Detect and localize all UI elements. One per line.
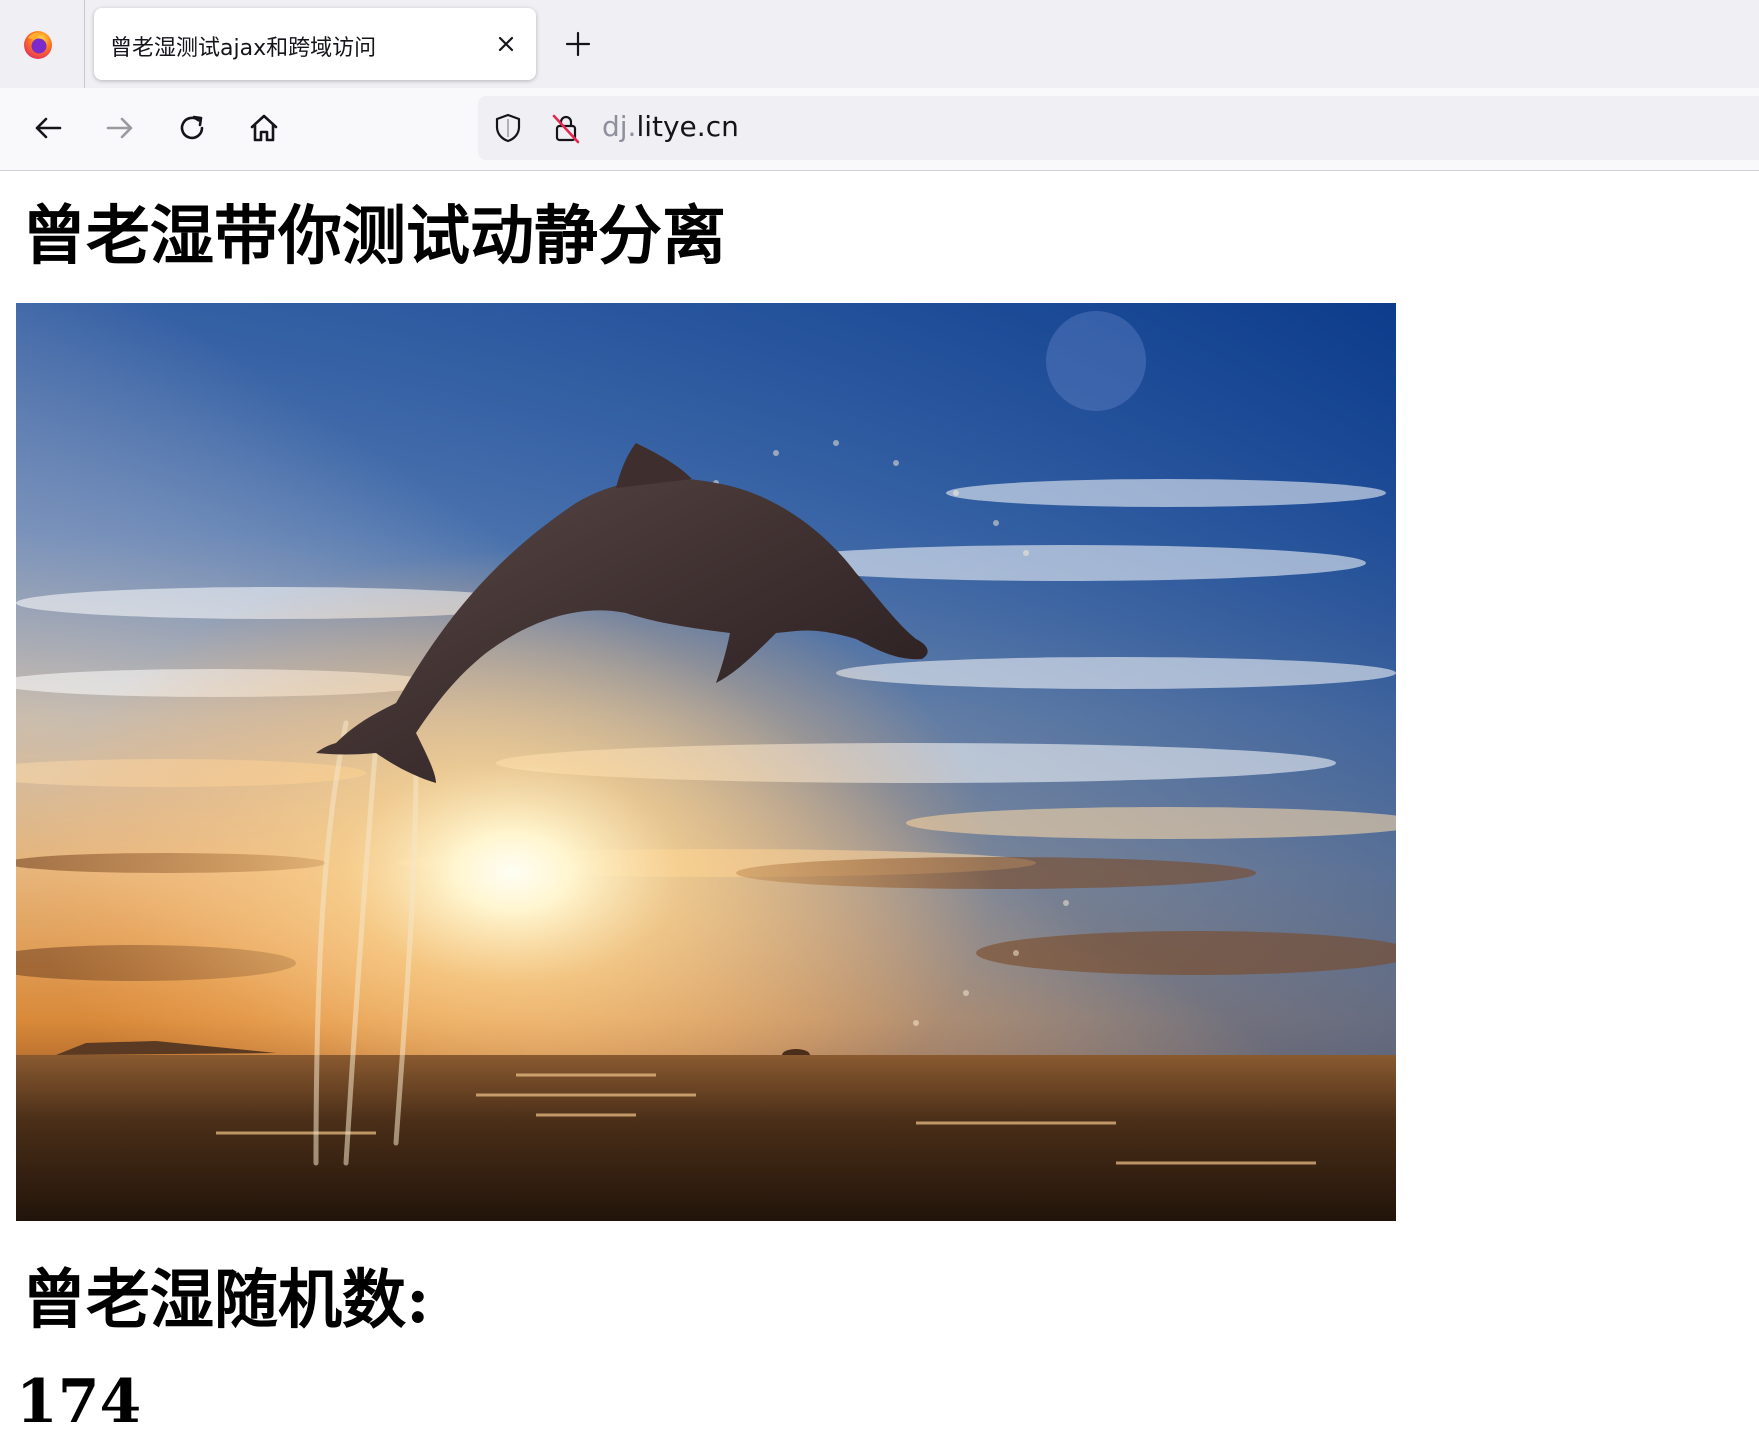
random-value: 174 (16, 1367, 142, 1437)
tab-divider (84, 0, 85, 88)
random-label: 曾老湿随机数: (22, 1263, 430, 1338)
page-content: 曾老湿带你测试动静分离 曾老湿随机数: 174 (0, 171, 1759, 1454)
url-bar[interactable]: dj.litye.cn (478, 96, 1759, 160)
dolphin-sunset-image (16, 303, 1396, 1221)
shield-icon[interactable] (492, 112, 524, 144)
arrow-left-icon[interactable] (28, 108, 68, 148)
reload-icon[interactable] (172, 108, 212, 148)
url-text[interactable]: dj.litye.cn (602, 110, 739, 143)
home-icon[interactable] (244, 108, 284, 148)
nav-toolbar: dj.litye.cn (0, 88, 1759, 171)
tab-active[interactable]: 曾老湿测试ajax和跨域访问 (94, 8, 536, 80)
url-domain: litye.cn (636, 110, 739, 143)
tab-title: 曾老湿测试ajax和跨域访问 (110, 36, 377, 61)
url-subdomain: dj. (602, 110, 637, 143)
plus-icon[interactable] (562, 28, 594, 60)
insecure-lock-icon[interactable] (550, 112, 582, 144)
page-title: 曾老湿带你测试动静分离 (22, 199, 726, 274)
close-icon[interactable] (492, 30, 520, 58)
firefox-icon[interactable] (22, 28, 54, 60)
arrow-right-icon[interactable] (100, 108, 140, 148)
tab-strip: 曾老湿测试ajax和跨域访问 (0, 0, 1759, 88)
